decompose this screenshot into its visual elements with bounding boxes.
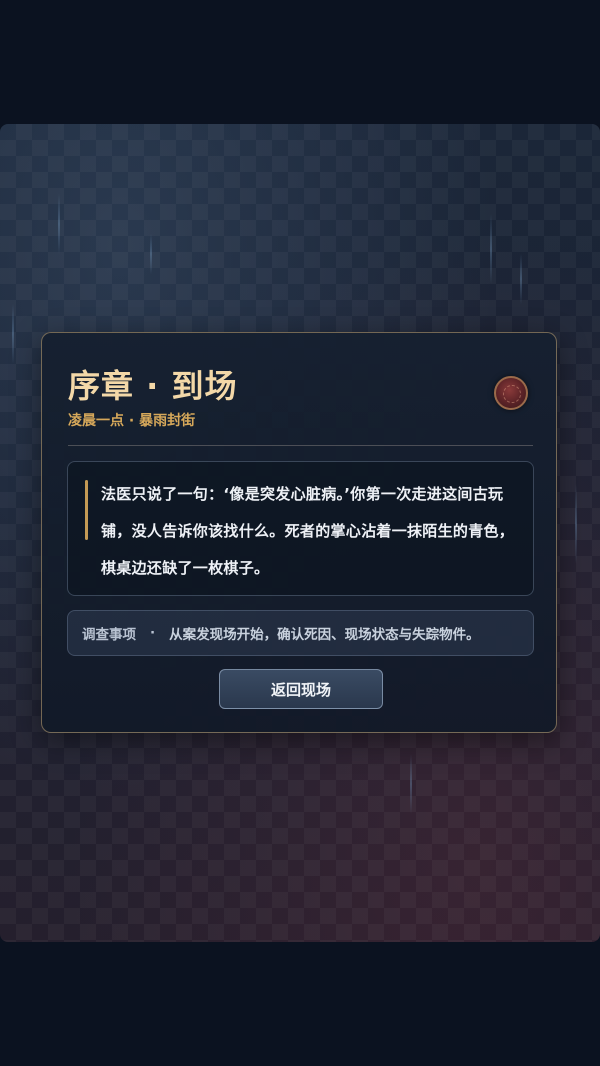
chapter-subtitle: 凌晨一点 · 暴雨封街 [68, 413, 196, 429]
return-to-scene-button[interactable]: 返回现场 [219, 669, 383, 709]
chapter-title: 序章 · 到场 [68, 367, 238, 405]
objective-text: 从案发现场开始，确认死因、现场状态与失踪物件。 [169, 627, 480, 643]
rain-streak [575, 484, 577, 564]
wax-seal-icon [494, 376, 528, 410]
chapter-dialog: 序章 · 到场 凌晨一点 · 暴雨封街 法医只说了一句：‘像是突发心脏病。’你第… [41, 332, 557, 733]
quote-accent-bar [85, 480, 88, 540]
rain-streak [520, 254, 522, 304]
title-divider [68, 445, 533, 446]
story-box: 法医只说了一句：‘像是突发心脏病。’你第一次走进这间古玩铺，没人告诉你该找什么。… [67, 461, 534, 596]
objective-separator: · [150, 625, 156, 641]
game-viewport: 序章 · 到场 凌晨一点 · 暴雨封街 法医只说了一句：‘像是突发心脏病。’你第… [0, 0, 600, 1066]
story-text: 法医只说了一句：‘像是突发心脏病。’你第一次走进这间古玩铺，没人告诉你该找什么。… [101, 485, 515, 577]
seal-emblem [503, 385, 521, 403]
objective-box: 调查事项 · 从案发现场开始，确认死因、现场状态与失踪物件。 [67, 610, 534, 656]
rain-streak [150, 234, 152, 274]
rain-streak [12, 304, 14, 364]
rain-streak [410, 754, 412, 814]
rain-streak [58, 194, 60, 254]
objective-label: 调查事项 [82, 627, 136, 643]
rain-streak [490, 214, 492, 284]
